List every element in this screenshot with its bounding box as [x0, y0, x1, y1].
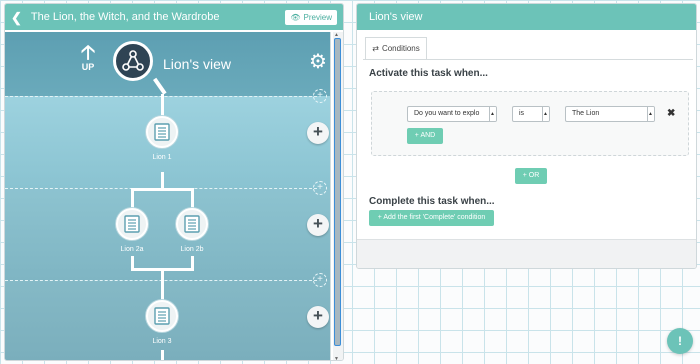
task-node-label: Lion 2a	[120, 246, 144, 253]
select-arrows-icon: ▲▼	[489, 107, 496, 121]
condition-value-select[interactable]: The Lion ▲▼	[565, 106, 655, 122]
task-node[interactable]	[176, 208, 208, 240]
complete-heading: Complete this task when...	[369, 196, 495, 207]
task-list-icon	[154, 123, 170, 141]
condition-field-value: Do you want to explo	[414, 110, 480, 117]
connector-line	[161, 268, 164, 300]
task-node-label: Lion 1	[152, 154, 172, 161]
insert-level-button[interactable]: +	[313, 89, 327, 103]
tree-scrollbar[interactable]: ▲ ▼	[333, 32, 343, 360]
tab-label: Conditions	[381, 44, 420, 53]
task-node[interactable]	[116, 208, 148, 240]
add-task-button[interactable]: +	[307, 122, 329, 144]
chevron-left-icon[interactable]: ❮	[11, 11, 22, 24]
and-button[interactable]: + AND	[407, 128, 443, 144]
tree-band	[5, 188, 330, 280]
tree-header: ❮ The Lion, the Witch, and the Wardrobe …	[5, 4, 343, 30]
task-tree: + + + 🡡 UP Lion's view ⚙ Lion 1 Lion 2a …	[5, 32, 331, 360]
gear-icon[interactable]: ⚙	[309, 52, 327, 72]
chat-help-icon[interactable]: !	[667, 328, 693, 354]
task-node-label: Lion 3	[152, 338, 172, 345]
connector-line	[161, 350, 164, 360]
tab-divider	[363, 59, 693, 60]
condition-operator-select[interactable]: is ▲▼	[512, 106, 550, 122]
scrollbar-thumb[interactable]	[334, 38, 341, 346]
root-title: Lion's view	[163, 56, 232, 72]
story-title: The Lion, the Witch, and the Wardrobe	[30, 11, 220, 23]
close-icon[interactable]: ✖	[667, 108, 675, 119]
panel-footer	[357, 239, 696, 268]
arrow-up-icon: 🡡	[80, 42, 96, 64]
select-arrows-icon: ▲▼	[647, 107, 654, 121]
task-node-label: Lion 2b	[180, 246, 204, 253]
tree-panel: ❮ The Lion, the Witch, and the Wardrobe …	[4, 3, 344, 361]
task-node[interactable]	[146, 116, 178, 148]
or-button[interactable]: + OR	[515, 168, 547, 184]
add-task-button[interactable]: +	[307, 214, 329, 236]
preview-button[interactable]: 👁 Preview	[285, 9, 337, 25]
insert-level-button[interactable]: +	[313, 273, 327, 287]
tab-conditions[interactable]: ⇄ Conditions	[365, 37, 427, 59]
condition-field-select[interactable]: Do you want to explo ▲▼	[407, 106, 497, 122]
activate-heading: Activate this task when...	[369, 68, 488, 79]
panel-title: Lion's view	[357, 4, 696, 30]
task-node[interactable]	[146, 300, 178, 332]
connector-line	[131, 188, 134, 208]
eye-icon: 👁	[290, 12, 301, 22]
add-complete-condition-button[interactable]: + Add the first 'Complete' condition	[369, 210, 494, 226]
connector-line	[131, 188, 194, 191]
or-label: OR	[528, 172, 540, 179]
connector-line	[161, 94, 164, 116]
task-settings-panel: Lion's view ⇄ Conditions Activate this t…	[356, 3, 697, 269]
add-complete-label: Add the first 'Complete' condition	[383, 214, 486, 221]
task-list-icon	[184, 215, 200, 233]
select-arrows-icon: ▲▼	[542, 107, 549, 121]
task-list-icon	[124, 215, 140, 233]
condition-operator-value: is	[519, 110, 525, 117]
root-node[interactable]	[113, 41, 153, 81]
condition-group	[371, 91, 689, 156]
connector-line	[191, 188, 194, 208]
add-task-button[interactable]: +	[307, 306, 329, 328]
insert-level-button[interactable]: +	[313, 181, 327, 195]
and-label: AND	[420, 132, 436, 139]
shuffle-icon: ⇄	[372, 44, 379, 53]
condition-value: The Lion	[572, 110, 600, 117]
preview-label: Preview	[303, 12, 332, 22]
up-button[interactable]: 🡡 UP	[77, 42, 99, 72]
scroll-down-icon[interactable]: ▼	[334, 356, 339, 360]
task-list-icon	[154, 307, 170, 325]
network-icon	[122, 50, 144, 71]
